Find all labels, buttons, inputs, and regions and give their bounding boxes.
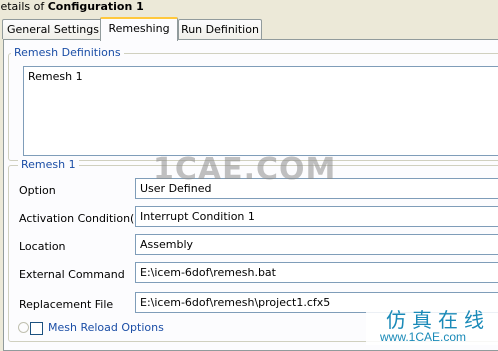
location-field[interactable]: Assembly — [135, 234, 498, 255]
watermark-text: 1CAE.COM — [153, 152, 337, 187]
tab-run-definition[interactable]: Run Definition — [178, 19, 262, 39]
option-label: Option — [19, 184, 56, 197]
location-label: Location — [19, 240, 66, 253]
watermark-url: www.1CAE.com — [380, 330, 467, 344]
title-name: Configuration 1 — [47, 0, 144, 13]
list-item[interactable]: Remesh 1 — [28, 70, 83, 83]
activation-condition-field[interactable]: Interrupt Condition 1 — [135, 206, 498, 227]
mesh-reload-checkbox[interactable] — [30, 322, 43, 335]
external-command-field[interactable]: E:\icem-6dof\remesh.bat — [135, 262, 498, 283]
expand-ring-icon[interactable] — [18, 322, 29, 333]
replacement-file-label: Replacement File — [19, 298, 114, 311]
title-prefix: Details of — [0, 0, 45, 13]
watermark-cn-text: 仿真在线 — [386, 308, 490, 332]
window-title: Details of Configuration 1 — [0, 0, 490, 16]
tab-remeshing[interactable]: Remeshing — [100, 17, 178, 41]
remesh-definitions-legend: Remesh Definitions — [11, 46, 124, 59]
tab-general-settings[interactable]: General Settings — [2, 19, 104, 39]
activation-condition-label: Activation Condition(s) — [19, 212, 145, 225]
mesh-reload-label[interactable]: Mesh Reload Options — [48, 321, 164, 334]
remesh1-legend: Remesh 1 — [18, 158, 79, 171]
external-command-label: External Command — [19, 268, 125, 281]
remesh-definitions-list[interactable]: Remesh 1 — [23, 66, 498, 156]
